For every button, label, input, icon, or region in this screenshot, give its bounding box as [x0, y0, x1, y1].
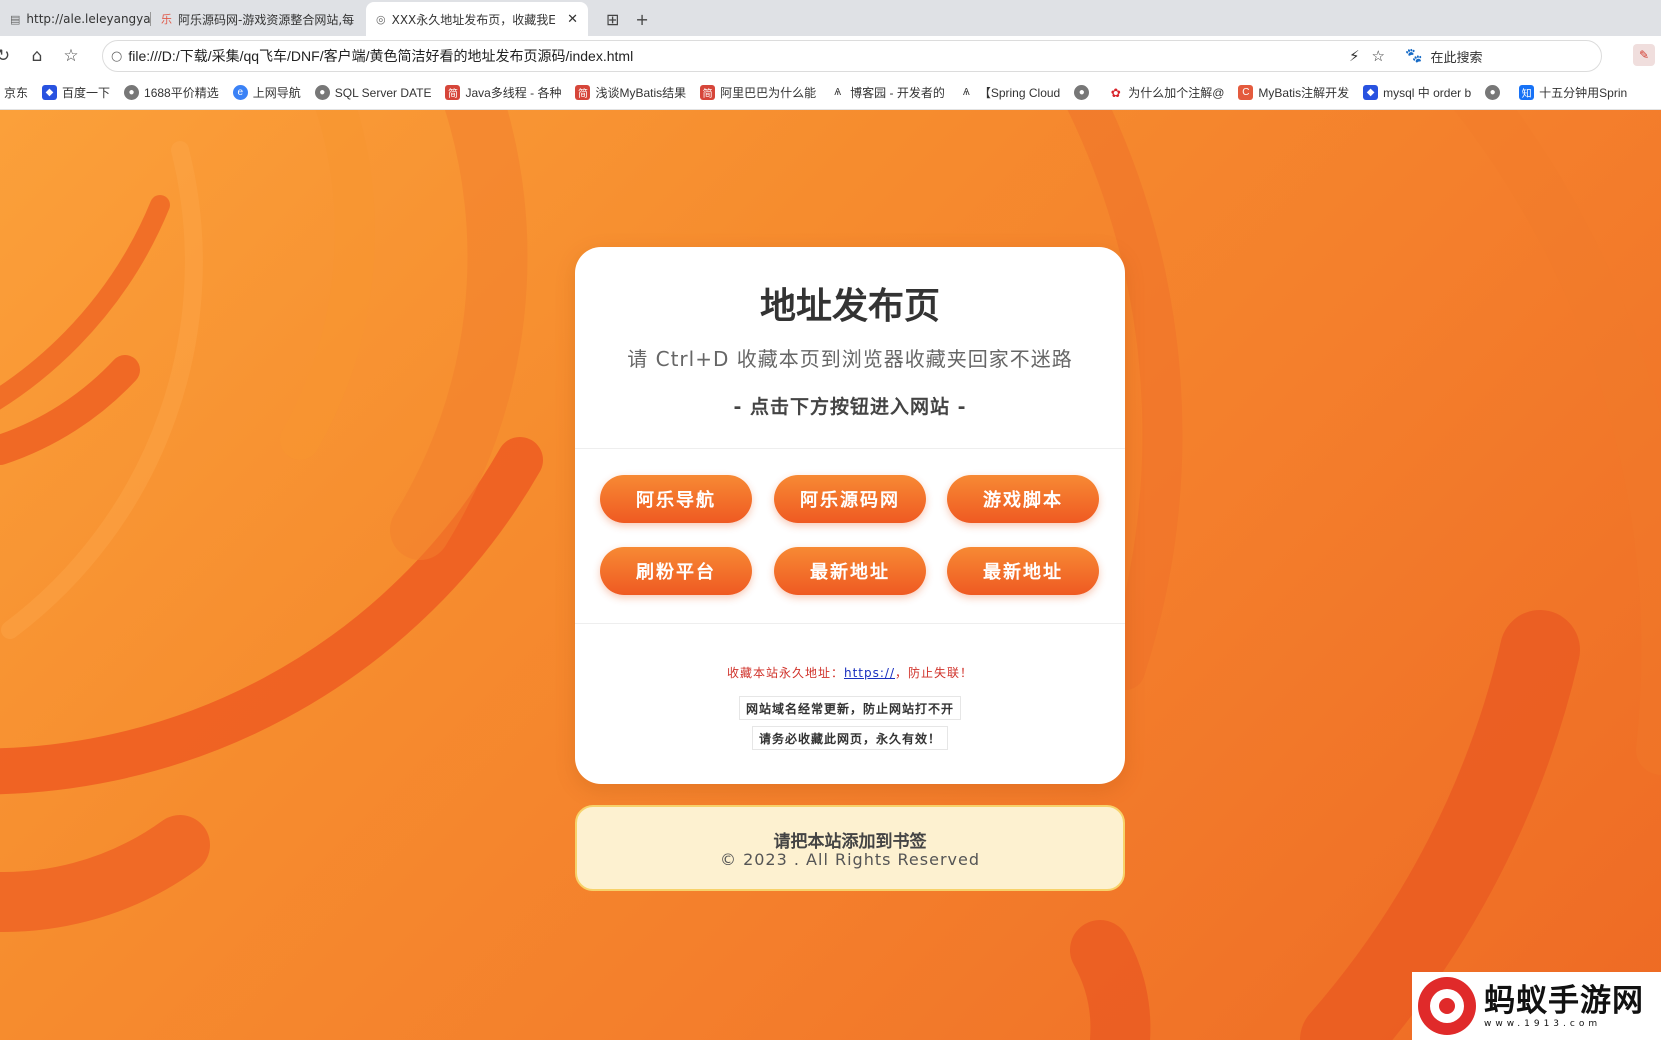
tab-1-title: http://ale.leleyangya	[26, 12, 150, 26]
home-icon[interactable]: ⌂	[24, 46, 50, 66]
close-tab-icon[interactable]: ✕	[567, 12, 578, 27]
bookmark-item[interactable]: ● 1688平价精选	[124, 84, 219, 101]
watermark-url: www.1913.com	[1484, 1019, 1602, 1029]
reload-icon[interactable]: ↻	[0, 46, 16, 66]
bookmark-item[interactable]: C MyBatis注解开发	[1238, 84, 1349, 101]
tab-bar: ▤ http://ale.leleyangya 乐 阿乐源码网-游戏资源整合网站…	[0, 0, 1661, 36]
url-text: file:///D:/下载/采集/qq飞车/DNF/客户端/黄色简洁好看的地址发…	[128, 48, 634, 64]
bookmark-item[interactable]: 简 Java多线程 - 各种	[445, 84, 561, 101]
copyright-text: © 2023 . All Rights Reserved	[719, 850, 980, 869]
search-engine-box[interactable]: 🐾 在此搜索	[1397, 41, 1589, 71]
footer-box: 请把本站添加到书签 © 2023 . All Rights Reserved	[575, 805, 1125, 891]
globe-icon: ●	[314, 85, 330, 100]
jianshu-icon: 简	[445, 85, 461, 100]
nav-button-latest-address-2[interactable]: 最新地址	[947, 547, 1099, 595]
bookmark-item[interactable]: ●	[1074, 85, 1094, 100]
divider	[575, 623, 1125, 624]
paw-icon: ◆	[42, 85, 58, 100]
tab-grid-icon[interactable]: ⊞	[606, 10, 619, 29]
search-placeholder: 在此搜索	[1430, 50, 1483, 66]
ie-icon: e	[232, 85, 248, 100]
nav-button-shuafen[interactable]: 刷粉平台	[600, 547, 752, 595]
bookmark-item[interactable]: ● SQL Server DATE	[314, 85, 431, 100]
tab-3-title: XXX永久地址发布页，收藏我E	[391, 12, 556, 27]
paw-icon: ◆	[1363, 85, 1379, 100]
page-icon: ▤	[10, 12, 21, 26]
bookmark-item[interactable]: 知十五分钟用Sprin	[1519, 84, 1627, 101]
bookmark-item[interactable]: 京东	[4, 84, 28, 101]
lightning-icon[interactable]: ⚡	[1349, 47, 1360, 65]
jianshu-icon: 简	[575, 85, 591, 100]
permanent-address-link[interactable]: https://	[844, 666, 895, 680]
jianshu-icon: 简	[700, 85, 716, 100]
nav-button-ale-daohang[interactable]: 阿乐导航	[600, 475, 752, 523]
domain-update-note: 网站域名经常更新，防止网站打不开	[738, 696, 962, 720]
globe-icon: ●	[124, 85, 140, 100]
tab-2-title: 阿乐源码网-游戏资源整合网站,每	[178, 12, 355, 27]
cnblogs-icon: Ѧ	[963, 87, 970, 98]
tab-1[interactable]: ▤ http://ale.leleyangya	[0, 2, 150, 36]
cnblogs-icon: Ѧ	[834, 87, 842, 98]
bookmark-item[interactable]: Ѧ 【Spring Cloud	[959, 84, 1060, 101]
bookmark-star-icon[interactable]: ☆	[58, 46, 84, 66]
permanent-address-notice: 收藏本站永久地址：https://，防止失联！	[726, 666, 974, 680]
watermark-name: 蚂蚁手游网	[1484, 983, 1644, 1019]
page-title: 地址发布页	[759, 286, 940, 327]
bookmark-item[interactable]: e 上网导航	[232, 84, 301, 101]
bookmark-item[interactable]: ◆ 百度一下	[42, 84, 110, 101]
tab-3-active[interactable]: ◎ XXX永久地址发布页，收藏我E ✕	[366, 2, 588, 36]
nav-button-game-script[interactable]: 游戏脚本	[947, 475, 1099, 523]
tab-2[interactable]: 乐 阿乐源码网-游戏资源整合网站,每	[151, 2, 366, 36]
footer-bookmark-text: 请把本站添加到书签	[773, 832, 927, 852]
bookmarks-bar: 京东 ◆ 百度一下 ● 1688平价精选 e 上网导航 ● SQL Server DAT…	[0, 76, 1661, 110]
bookmark-instruction: 请 Ctrl+D 收藏本页到浏览器收藏夹回家不迷路	[627, 347, 1073, 371]
url-field[interactable]: ○ file:///D:/下载/采集/qq飞车/DNF/客户端/黄色简洁好看的地…	[102, 40, 1602, 72]
address-card: 地址发布页 请 Ctrl+D 收藏本页到浏览器收藏夹回家不迷路 - 点击下方按钮…	[575, 247, 1125, 784]
new-tab-icon[interactable]: +	[635, 10, 648, 29]
globe-icon: ●	[1074, 85, 1090, 100]
search-icon: ○	[111, 48, 123, 64]
favorite-star-icon[interactable]: ☆	[1372, 47, 1385, 65]
bookmark-reminder-note: 请务必收藏此网页，永久有效！	[751, 726, 949, 750]
watermark-logo: 蚂蚁手游网 www.1913.com	[1412, 972, 1661, 1040]
bookmark-item[interactable]: ◆ mysql 中 order b	[1363, 84, 1471, 101]
button-hint: - 点击下方按钮进入网站 -	[733, 396, 967, 418]
address-bar: ↻ ⌂ ☆ ○ file:///D:/下载/采集/qq飞车/DNF/客户端/黄色…	[0, 36, 1661, 76]
nav-button-latest-address-1[interactable]: 最新地址	[774, 547, 926, 595]
bookmark-item[interactable]: 简浅谈MyBatis结果	[575, 84, 686, 101]
bookmark-item[interactable]: 简阿里巴巴为什么能	[700, 84, 816, 101]
divider	[575, 448, 1125, 449]
globe-icon: ◎	[376, 12, 386, 26]
ant-logo-icon	[1418, 977, 1476, 1035]
bookmark-item[interactable]: ✿ 为什么加个注解@	[1108, 84, 1225, 101]
bookmark-item[interactable]: Ѧ 博客园 - 开发者的	[830, 84, 945, 101]
globe-icon: ●	[1485, 85, 1501, 100]
pdf-icon[interactable]: ✎	[1633, 44, 1655, 66]
bookmark-item[interactable]: ●	[1485, 85, 1505, 100]
site-icon: 乐	[161, 13, 172, 26]
nav-button-ale-yuanma[interactable]: 阿乐源码网	[774, 475, 926, 523]
paw-icon: 🐾	[1405, 48, 1423, 64]
zhihu-icon: 知	[1519, 85, 1535, 100]
csdn-icon: C	[1238, 85, 1254, 100]
huawei-icon: ✿	[1110, 85, 1121, 100]
page-content: 地址发布页 请 Ctrl+D 收藏本页到浏览器收藏夹回家不迷路 - 点击下方按钮…	[0, 110, 1661, 1040]
